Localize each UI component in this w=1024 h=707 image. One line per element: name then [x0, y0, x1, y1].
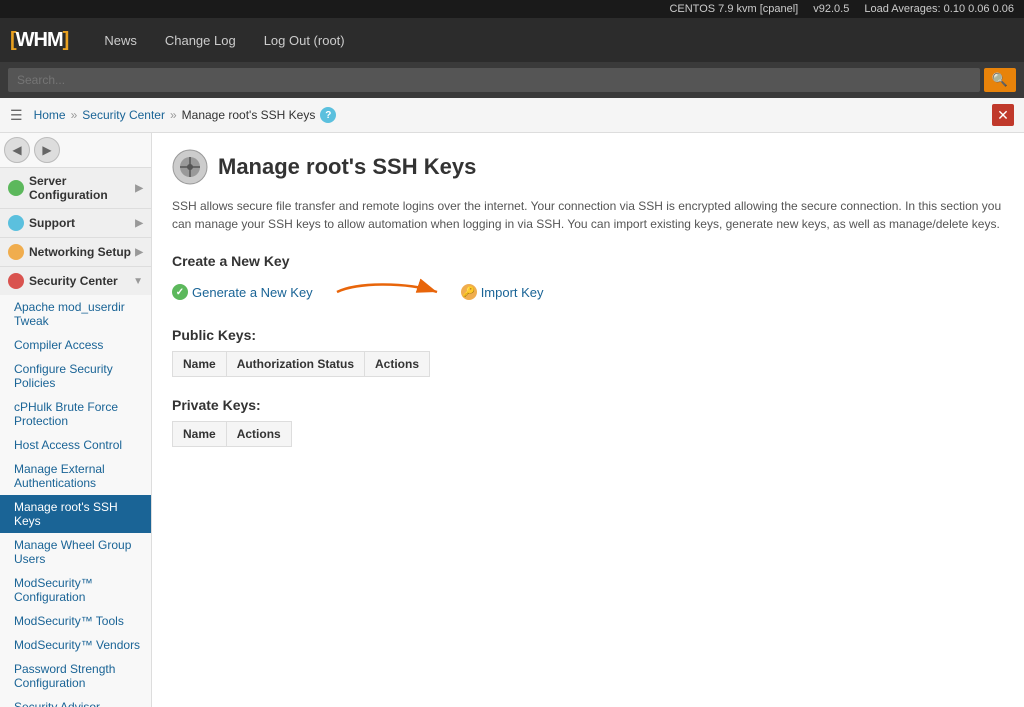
logo-text: WHM — [16, 29, 63, 51]
page-title: Manage root's SSH Keys — [218, 154, 476, 180]
sidebar-section-security: Security Center ▼ Apache mod_userdir Twe… — [0, 267, 151, 707]
public-keys-title: Public Keys: — [172, 327, 1004, 343]
sidebar-arrow-networking: ▶ — [135, 247, 143, 258]
public-keys-section: Public Keys: Name Authorization Status A… — [172, 327, 1004, 377]
sidebar: ◀ ▶ Server Configuration ▶ Support ▶ Net… — [0, 133, 152, 707]
breadcrumb-sep-1: » — [71, 108, 78, 122]
sidebar-security-items: Apache mod_userdir TweakCompiler AccessC… — [0, 295, 151, 707]
sidebar-item-modsecurity-vendors[interactable]: ModSecurity™ Vendors — [0, 633, 151, 657]
sidebar-section-header-server-config[interactable]: Server Configuration ▶ — [0, 168, 151, 208]
import-icon: 🔑 — [461, 284, 477, 300]
sidebar-item-manage-root-s-ssh-keys[interactable]: Manage root's SSH Keys — [0, 495, 151, 533]
arrow-annotation — [327, 277, 447, 307]
private-keys-section: Private Keys: Name Actions — [172, 397, 1004, 447]
header: [WHM] News Change Log Log Out (root) — [0, 18, 1024, 62]
sidebar-back-button[interactable]: ◀ — [4, 137, 30, 163]
page-header: Manage root's SSH Keys — [172, 149, 1004, 185]
sidebar-item-password-strength-configuration[interactable]: Password Strength Configuration — [0, 657, 151, 695]
sidebar-section-networking: Networking Setup ▶ — [0, 238, 151, 267]
version-info: v92.0.5 — [813, 3, 849, 15]
sidebar-section-label-security: Security Center — [29, 274, 118, 288]
breadcrumb-bar: ☰ Home » Security Center » Manage root's… — [0, 98, 1024, 133]
search-bar: 🔍 — [0, 62, 1024, 98]
private-keys-table: Name Actions — [172, 421, 292, 447]
public-table-col-name: Name — [173, 352, 227, 377]
sidebar-section-support: Support ▶ — [0, 209, 151, 238]
breadcrumb-home[interactable]: Home — [34, 108, 66, 122]
server-info: CENTOS 7.9 kvm [cpanel] — [669, 3, 798, 15]
close-button[interactable]: ✕ — [992, 104, 1014, 126]
logo: [WHM] — [10, 29, 80, 52]
generate-icon: ✓ — [172, 284, 188, 300]
nav-changelog[interactable]: Change Log — [151, 18, 250, 62]
server-config-icon — [8, 180, 24, 196]
breadcrumb-section[interactable]: Security Center — [82, 108, 165, 122]
public-table-col-actions: Actions — [365, 352, 430, 377]
content-area: Manage root's SSH Keys SSH allows secure… — [152, 133, 1024, 707]
sidebar-item-host-access-control[interactable]: Host Access Control — [0, 433, 151, 457]
public-table-col-auth: Authorization Status — [226, 352, 364, 377]
sidebar-section-server-config: Server Configuration ▶ — [0, 168, 151, 209]
sidebar-item-cphulk-brute-force-protection[interactable]: cPHulk Brute Force Protection — [0, 395, 151, 433]
sidebar-section-header-security[interactable]: Security Center ▼ — [0, 267, 151, 295]
generate-label: Generate a New Key — [192, 285, 313, 300]
sidebar-item-apache-mod-userdir-tweak[interactable]: Apache mod_userdir Tweak — [0, 295, 151, 333]
sidebar-item-modsecurity-configuration[interactable]: ModSecurity™ Configuration — [0, 571, 151, 609]
main-layout: ◀ ▶ Server Configuration ▶ Support ▶ Net… — [0, 133, 1024, 707]
sidebar-item-manage-external-authentications[interactable]: Manage External Authentications — [0, 457, 151, 495]
search-button[interactable]: 🔍 — [984, 68, 1016, 92]
sidebar-item-manage-wheel-group-users[interactable]: Manage Wheel Group Users — [0, 533, 151, 571]
sidebar-item-configure-security-policies[interactable]: Configure Security Policies — [0, 357, 151, 395]
sidebar-section-label-networking: Networking Setup — [29, 245, 131, 259]
nav-links: News Change Log Log Out (root) — [90, 18, 358, 62]
sidebar-arrow-security: ▼ — [133, 276, 143, 287]
sidebar-item-security-advisor[interactable]: Security Advisor — [0, 695, 151, 707]
sidebar-arrow-server-config: ▶ — [135, 183, 143, 194]
security-icon — [8, 273, 24, 289]
help-icon[interactable]: ? — [320, 107, 336, 123]
generate-key-link[interactable]: ✓ Generate a New Key — [172, 284, 313, 300]
breadcrumb-current: Manage root's SSH Keys — [182, 108, 316, 122]
private-table-col-actions: Actions — [226, 422, 291, 447]
private-table-col-name: Name — [173, 422, 227, 447]
networking-icon — [8, 244, 24, 260]
create-section-title: Create a New Key — [172, 253, 1004, 269]
key-actions: ✓ Generate a New Key 🔑 Import Key — [172, 277, 1004, 307]
breadcrumb-sep-2: » — [170, 108, 177, 122]
public-keys-table: Name Authorization Status Actions — [172, 351, 430, 377]
sidebar-arrow-support: ▶ — [135, 218, 143, 229]
topbar: CENTOS 7.9 kvm [cpanel] v92.0.5 Load Ave… — [0, 0, 1024, 18]
sidebar-section-label-server-config: Server Configuration — [29, 174, 135, 202]
page-icon — [172, 149, 208, 185]
sidebar-item-modsecurity-tools[interactable]: ModSecurity™ Tools — [0, 609, 151, 633]
search-input[interactable] — [8, 68, 980, 92]
menu-icon[interactable]: ☰ — [10, 107, 23, 124]
sidebar-section-header-networking[interactable]: Networking Setup ▶ — [0, 238, 151, 266]
page-description: SSH allows secure file transfer and remo… — [172, 197, 1004, 233]
logo-bracket-right: ] — [63, 29, 69, 51]
sidebar-nav-controls: ◀ ▶ — [0, 133, 151, 168]
sidebar-section-header-support[interactable]: Support ▶ — [0, 209, 151, 237]
load-averages: Load Averages: 0.10 0.06 0.06 — [864, 3, 1014, 15]
import-key-link[interactable]: 🔑 Import Key — [461, 284, 544, 300]
private-keys-title: Private Keys: — [172, 397, 1004, 413]
sidebar-item-compiler-access[interactable]: Compiler Access — [0, 333, 151, 357]
search-icon: 🔍 — [992, 72, 1008, 87]
nav-logout[interactable]: Log Out (root) — [250, 18, 359, 62]
sidebar-section-label-support: Support — [29, 216, 75, 230]
sidebar-forward-button[interactable]: ▶ — [34, 137, 60, 163]
import-label: Import Key — [481, 285, 544, 300]
support-icon — [8, 215, 24, 231]
nav-news[interactable]: News — [90, 18, 151, 62]
